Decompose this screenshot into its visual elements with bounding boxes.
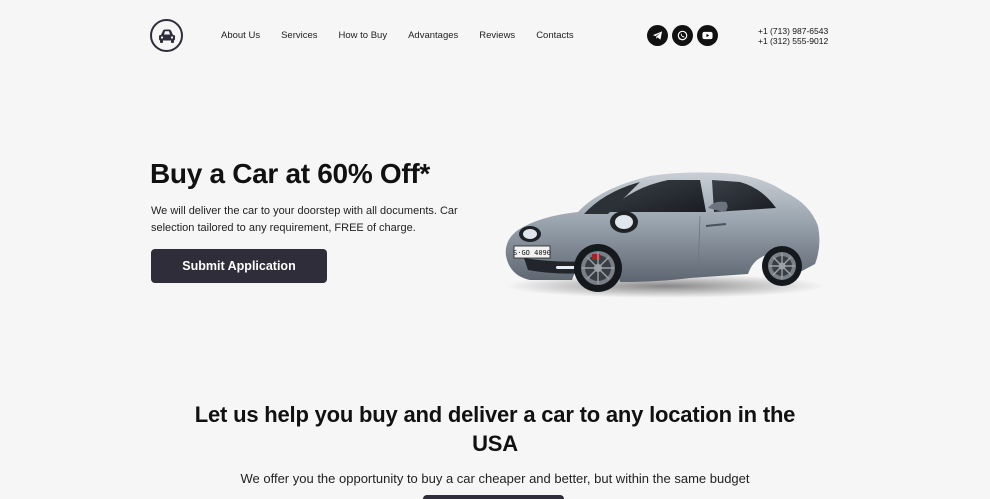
nav-advantages[interactable]: Advantages bbox=[408, 30, 458, 41]
phone-1[interactable]: +1 (713) 987-6543 bbox=[758, 26, 828, 36]
hero-title: Buy a Car at 60% Off* bbox=[150, 158, 431, 189]
nav-about-us[interactable]: About Us bbox=[221, 30, 260, 41]
telegram-icon bbox=[652, 31, 663, 40]
nav-how-to-buy[interactable]: How to Buy bbox=[339, 30, 388, 41]
license-plate: S·GO 4090 bbox=[513, 249, 551, 257]
phone-2[interactable]: +1 (312) 555-9012 bbox=[758, 36, 828, 46]
section-title-line2: USA bbox=[472, 431, 518, 456]
whatsapp-icon bbox=[677, 30, 688, 41]
car-icon bbox=[158, 29, 175, 43]
telegram-link[interactable] bbox=[647, 25, 668, 46]
youtube-link[interactable] bbox=[697, 25, 718, 46]
whatsapp-link[interactable] bbox=[672, 25, 693, 46]
logo[interactable] bbox=[150, 19, 183, 52]
page: About Us Services How to Buy Advantages … bbox=[0, 0, 990, 499]
social-links bbox=[647, 25, 718, 46]
youtube-icon bbox=[702, 31, 713, 40]
phone-numbers: +1 (713) 987-6543 +1 (312) 555-9012 bbox=[758, 26, 828, 46]
car-image: S·GO 4090 bbox=[505, 172, 825, 298]
section-subtitle: We offer you the opportunity to buy a ca… bbox=[240, 471, 750, 486]
submit-application-button[interactable]: Submit Application bbox=[151, 249, 327, 283]
section-title-line1: Let us help you buy and deliver a car to… bbox=[194, 402, 796, 427]
main-nav: About Us Services How to Buy Advantages … bbox=[221, 30, 595, 41]
hero-subtitle: We will deliver the car to your doorstep… bbox=[151, 205, 458, 234]
nav-contacts[interactable]: Contacts bbox=[536, 30, 574, 41]
section-title: Let us help you buy and deliver a car to… bbox=[0, 400, 990, 458]
nav-services[interactable]: Services bbox=[281, 30, 317, 41]
nav-reviews[interactable]: Reviews bbox=[479, 30, 515, 41]
section-cta-button[interactable] bbox=[423, 495, 564, 499]
